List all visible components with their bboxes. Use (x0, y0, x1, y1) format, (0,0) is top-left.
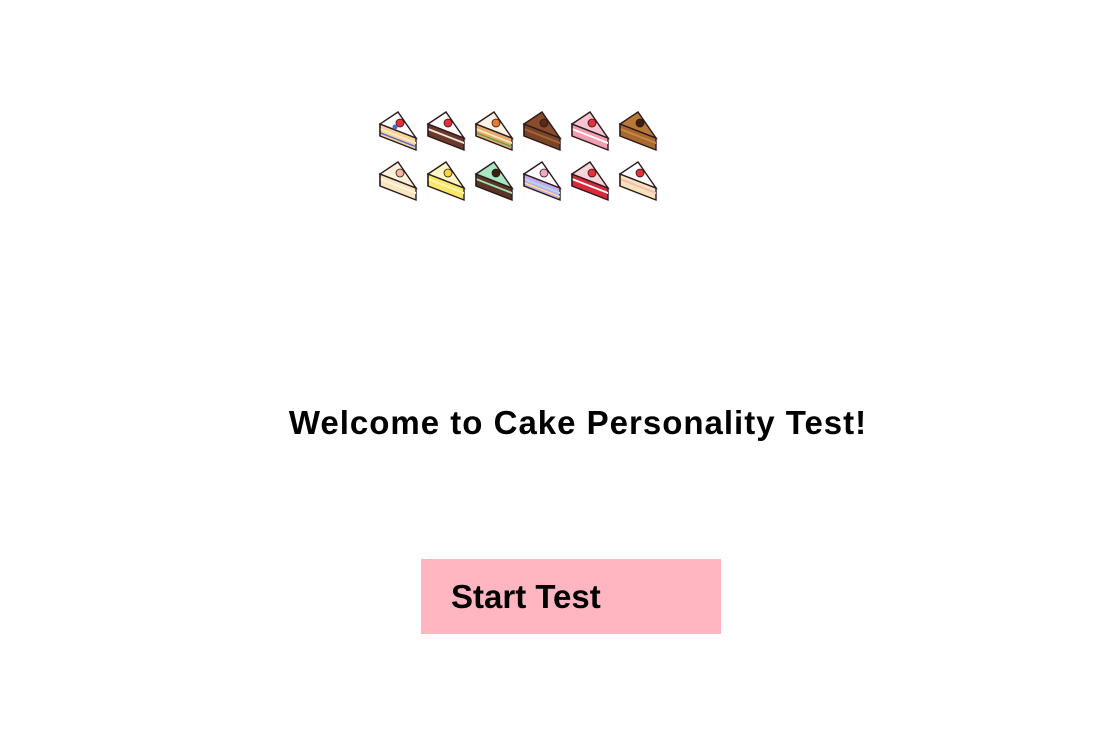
carrot-cake-icon (472, 108, 516, 156)
strawberry-vanilla-cake-icon (376, 108, 420, 156)
cake-icon-grid (376, 108, 664, 208)
welcome-title: Welcome to Cake Personality Test! (288, 404, 868, 441)
strawberry-cream-cake-icon (568, 108, 612, 156)
lemon-cake-icon (424, 158, 468, 206)
black-forest-cake-icon (424, 108, 468, 156)
red-velvet-cake-icon (568, 158, 612, 206)
sponge-cake-icon (376, 158, 420, 206)
mint-chocolate-cake-icon (472, 158, 516, 206)
mocha-cake-icon (616, 108, 660, 156)
chocolate-cake-icon (520, 108, 564, 156)
rainbow-cake-icon (520, 158, 564, 206)
strawberry-shortcake-icon (616, 158, 660, 206)
start-test-button[interactable]: Start Test (421, 559, 721, 634)
